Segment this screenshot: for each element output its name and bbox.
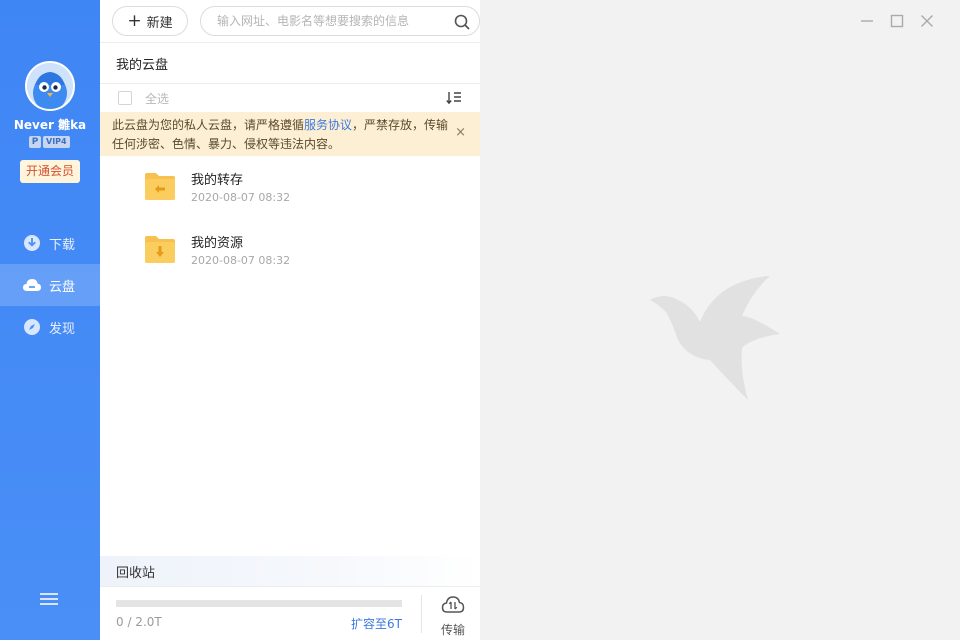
file-name: 我的转存	[191, 173, 244, 188]
new-button[interactable]: + 新建	[112, 6, 188, 36]
file-name: 我的资源	[191, 236, 244, 251]
storage-progress-bar	[116, 600, 402, 607]
cloud-transfer-icon	[441, 596, 465, 613]
nav-label-cloud: 云盘	[49, 279, 76, 295]
folder-transfer-icon	[145, 173, 175, 200]
expand-storage-link[interactable]: 扩容至6T	[351, 615, 402, 632]
search-box[interactable]	[200, 6, 480, 36]
username: Never 雛ka	[13, 118, 87, 132]
folder-download-icon	[145, 236, 175, 263]
nav-item-download[interactable]: 下载	[0, 222, 100, 264]
select-all-label[interactable]: 全选	[145, 90, 169, 107]
list-item[interactable]: 我的资源 2020-08-07 08:32	[100, 219, 480, 279]
open-membership-button[interactable]: 开通会员	[20, 160, 80, 183]
divider	[421, 595, 422, 633]
transfer-button[interactable]: 传输	[435, 595, 471, 639]
transfer-label: 传输	[440, 623, 465, 637]
storage-footer: 0 / 2.0T 扩容至6T 传输	[100, 586, 480, 640]
notice-text-before: 此云盘为您的私人云盘，请严格遵循	[112, 118, 305, 132]
vip-p-badge: P	[29, 136, 41, 148]
select-all-checkbox[interactable]	[118, 91, 132, 105]
file-date: 2020-08-07 08:32	[191, 254, 291, 267]
search-input[interactable]	[217, 14, 447, 28]
close-window-icon[interactable]	[912, 12, 942, 30]
nav-label-download: 下载	[49, 237, 76, 253]
page-title: 我的云盘	[100, 42, 480, 84]
sidebar: Never 雛ka P VIP4 开通会员 下载 云盘 发现	[0, 0, 100, 640]
download-icon	[22, 233, 42, 253]
bird-watermark-icon	[650, 276, 780, 400]
new-button-label: 新建	[146, 15, 173, 31]
minimize-icon[interactable]	[852, 12, 882, 30]
cloud-icon	[22, 275, 42, 295]
select-all-row: 全选	[100, 84, 480, 112]
nav-item-cloud[interactable]: 云盘	[0, 264, 100, 306]
toolbar: + 新建	[100, 0, 480, 42]
bird-avatar-icon	[27, 63, 73, 109]
compass-icon	[22, 317, 42, 337]
storage-usage-text: 0 / 2.0T	[116, 615, 162, 629]
sort-icon[interactable]	[446, 91, 462, 105]
nav-item-discover[interactable]: 发现	[0, 306, 100, 348]
preview-area	[480, 0, 960, 640]
plus-icon: +	[127, 10, 142, 31]
search-icon[interactable]	[453, 13, 471, 31]
vip-badge: P VIP4	[29, 136, 70, 148]
window-controls	[852, 12, 942, 30]
vip-level-badge: VIP4	[43, 136, 70, 148]
file-date: 2020-08-07 08:32	[191, 191, 291, 204]
service-agreement-link[interactable]: 服务协议	[304, 118, 352, 132]
close-icon[interactable]: ×	[455, 123, 466, 142]
recycle-bin[interactable]: 回收站	[100, 556, 480, 586]
hamburger-menu-icon[interactable]	[38, 590, 60, 610]
nav-label-discover: 发现	[49, 321, 76, 337]
maximize-icon[interactable]	[882, 12, 912, 30]
list-item[interactable]: 我的转存 2020-08-07 08:32	[100, 156, 480, 216]
cloud-panel: + 新建 我的云盘 全选 此云盘为您的私人云盘，请严格遵循服务协议，严禁存放，传…	[100, 0, 480, 640]
avatar[interactable]	[25, 61, 75, 111]
notice-banner: 此云盘为您的私人云盘，请严格遵循服务协议，严禁存放，传输任何涉密、色情、暴力、侵…	[100, 112, 480, 156]
